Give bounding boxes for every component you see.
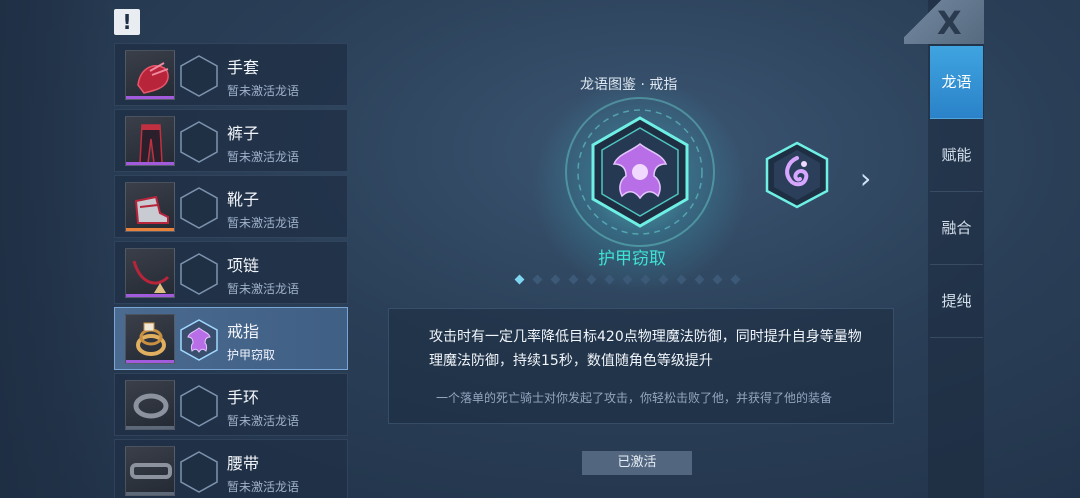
dragon-language-status: 暂未激活龙语: [227, 216, 300, 230]
rune-slot-empty-icon: [180, 385, 218, 427]
page-dot: [532, 274, 543, 285]
page-dot: [622, 274, 633, 285]
pants-icon: [125, 116, 175, 166]
equipment-name: 手套: [227, 58, 260, 77]
dragon-language-status: 暂未激活龙语: [227, 150, 300, 164]
page-dot: [694, 274, 705, 285]
tab-1[interactable]: 赋能: [930, 119, 983, 192]
page-indicator: [514, 274, 774, 286]
rarity-bar: [126, 294, 174, 297]
next-arrow-icon[interactable]: ›: [860, 162, 871, 195]
equipment-item-2[interactable]: 靴子 暂未激活龙语: [114, 175, 348, 238]
tab-3[interactable]: 提纯: [930, 265, 983, 338]
equipment-item-3[interactable]: 项链 暂未激活龙语: [114, 241, 348, 304]
dragon-language-status: 暂未激活龙语: [227, 282, 300, 296]
next-skill-emblem[interactable]: [764, 140, 830, 210]
gallery-title: 龙语图鉴 · 戒指: [580, 77, 678, 93]
rarity-bar: [126, 228, 174, 231]
equipment-name: 腰带: [227, 454, 260, 473]
rune-slot-empty-icon: [180, 253, 218, 295]
equipment-name: 手环: [227, 388, 260, 407]
page-dot: [514, 274, 525, 285]
flavor-text: 一个落单的死亡骑士对你发起了攻击，你轻松击败了他，并获得了他的装备: [436, 391, 833, 405]
dragon-language-status: 暂未激活龙语: [227, 414, 300, 428]
equipment-item-6[interactable]: 腰带 暂未激活龙语: [114, 439, 348, 498]
equipment-list[interactable]: 手套 暂未激活龙语 裤子 暂未激活龙语 靴子 暂未激活龙语 项链 暂未激活龙语 戒指 护甲窃取 手环…: [114, 42, 348, 498]
rune-slot-empty-icon: [180, 55, 218, 97]
rarity-bar: [126, 492, 174, 495]
close-icon[interactable]: X: [937, 4, 962, 42]
dragon-language-status: 暂未激活龙语: [227, 84, 300, 98]
boots-icon: [125, 182, 175, 232]
page-dot: [640, 274, 651, 285]
left-backdrop: [0, 0, 114, 498]
page-dot: [586, 274, 597, 285]
page-dot: [550, 274, 561, 285]
equipment-item-5[interactable]: 手环 暂未激活龙语: [114, 373, 348, 436]
description-panel: 攻击时有一定几率降低目标420点物理魔法防御，同时提升自身等量物理魔法防御，持续…: [388, 308, 894, 424]
rarity-bar: [126, 426, 174, 429]
equipment-item-0[interactable]: 手套 暂未激活龙语: [114, 43, 348, 106]
rune-slot-filled-icon: [180, 319, 218, 361]
rune-slot-empty-icon: [180, 187, 218, 229]
skill-description: 攻击时有一定几率降低目标420点物理魔法防御，同时提升自身等量物理魔法防御，持续…: [429, 329, 862, 369]
ring-icon: [125, 314, 175, 364]
equipment-name: 靴子: [227, 190, 260, 209]
activated-status-button[interactable]: 已激活: [582, 451, 692, 475]
dragon-language-status: 护甲窃取: [227, 348, 276, 362]
rarity-bar: [126, 96, 174, 99]
belt-icon: [125, 446, 175, 496]
notice-icon[interactable]: !: [114, 9, 140, 35]
page-dot: [730, 274, 741, 285]
page-dot: [568, 274, 579, 285]
rarity-bar: [126, 360, 174, 363]
rune-slot-empty-icon: [180, 121, 218, 163]
equipment-item-4[interactable]: 戒指 护甲窃取: [114, 307, 348, 370]
equipment-name: 裤子: [227, 124, 260, 143]
bracelet-icon: [125, 380, 175, 430]
equipment-item-1[interactable]: 裤子 暂未激活龙语: [114, 109, 348, 172]
equipment-name: 戒指: [227, 322, 260, 341]
necklace-icon: [125, 248, 175, 298]
rarity-bar: [126, 162, 174, 165]
skill-name: 护甲窃取: [598, 249, 666, 269]
page-dot: [604, 274, 615, 285]
equipment-name: 项链: [227, 256, 260, 275]
page-dot: [658, 274, 669, 285]
page-dot: [712, 274, 723, 285]
tab-2[interactable]: 融合: [930, 192, 983, 265]
page-dot: [676, 274, 687, 285]
tab-0[interactable]: 龙语: [930, 46, 983, 119]
main-skill-emblem[interactable]: [560, 92, 720, 252]
glove-icon: [125, 50, 175, 100]
rune-slot-empty-icon: [180, 451, 218, 493]
dragon-language-status: 暂未激活龙语: [227, 480, 300, 494]
